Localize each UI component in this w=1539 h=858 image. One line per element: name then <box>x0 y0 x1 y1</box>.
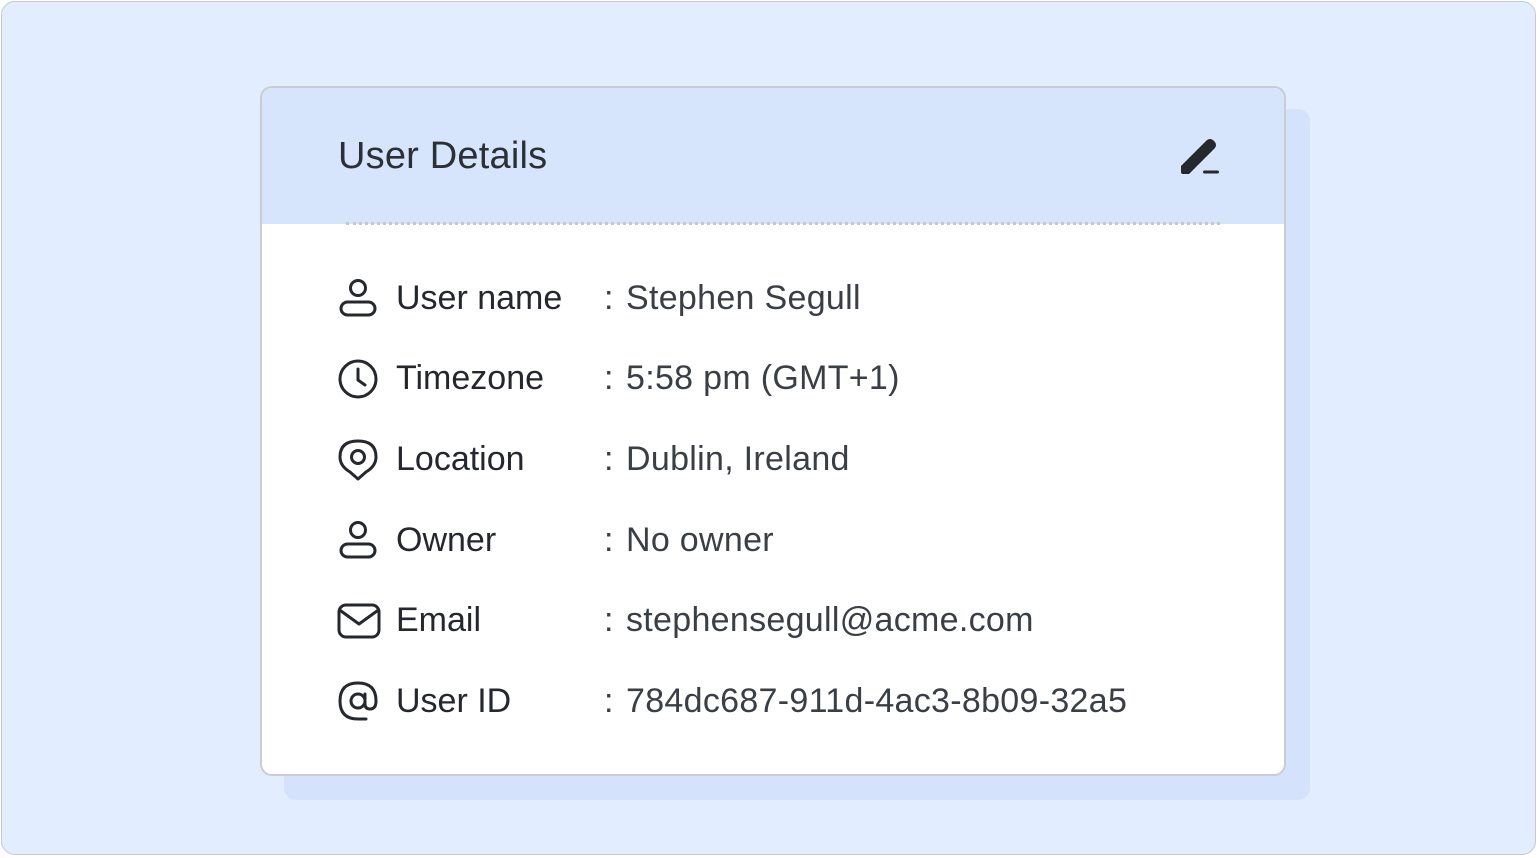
canvas-background: User Details User name : Stephen Segull … <box>1 1 1536 855</box>
detail-row-user-name: User name : Stephen Segull <box>338 258 1238 339</box>
header-divider <box>346 222 1220 225</box>
detail-label: User ID <box>396 681 512 720</box>
card-title: User Details <box>338 135 548 177</box>
detail-value: 784dc687-911d-4ac3-8b09-32a5 <box>626 681 1128 720</box>
location-pin-icon <box>336 436 382 482</box>
details-list: User name : Stephen Segull Timezone : 5:… <box>336 258 1238 742</box>
user-icon <box>336 275 382 321</box>
pencil-icon <box>1181 139 1219 174</box>
envelope-icon <box>336 598 382 644</box>
detail-value: Dublin, Ireland <box>626 439 850 478</box>
detail-row-user-id: User ID : 784dc687-911d-4ac3-8b09-32a5 <box>338 661 1238 742</box>
detail-separator: : <box>604 278 614 317</box>
detail-separator: : <box>604 520 614 559</box>
detail-value: 5:58 pm (GMT+1) <box>626 359 900 398</box>
detail-row-location: Location : Dublin, Ireland <box>338 419 1238 500</box>
clock-icon <box>336 356 382 402</box>
detail-separator: : <box>604 601 614 640</box>
detail-separator: : <box>604 359 614 398</box>
detail-label: Timezone <box>396 359 545 398</box>
detail-row-owner: Owner : No owner <box>338 500 1238 581</box>
user-details-card: User Details User name : Stephen Segull … <box>260 86 1286 776</box>
detail-value: No owner <box>626 520 774 559</box>
detail-label: Owner <box>396 520 497 559</box>
detail-label: Email <box>396 601 482 640</box>
detail-row-timezone: Timezone : 5:58 pm (GMT+1) <box>338 339 1238 420</box>
user-icon <box>336 517 382 563</box>
detail-value[interactable]: stephensegull@acme.com <box>626 601 1034 640</box>
card-header: User Details <box>262 88 1284 224</box>
at-sign-icon <box>336 678 382 724</box>
detail-row-email: Email : stephensegull@acme.com <box>336 580 1238 661</box>
detail-separator: : <box>604 681 614 720</box>
detail-label: User name <box>396 278 563 317</box>
detail-label: Location <box>396 439 525 478</box>
edit-button[interactable] <box>1174 130 1226 182</box>
detail-value: Stephen Segull <box>626 278 861 317</box>
detail-separator: : <box>604 439 614 478</box>
